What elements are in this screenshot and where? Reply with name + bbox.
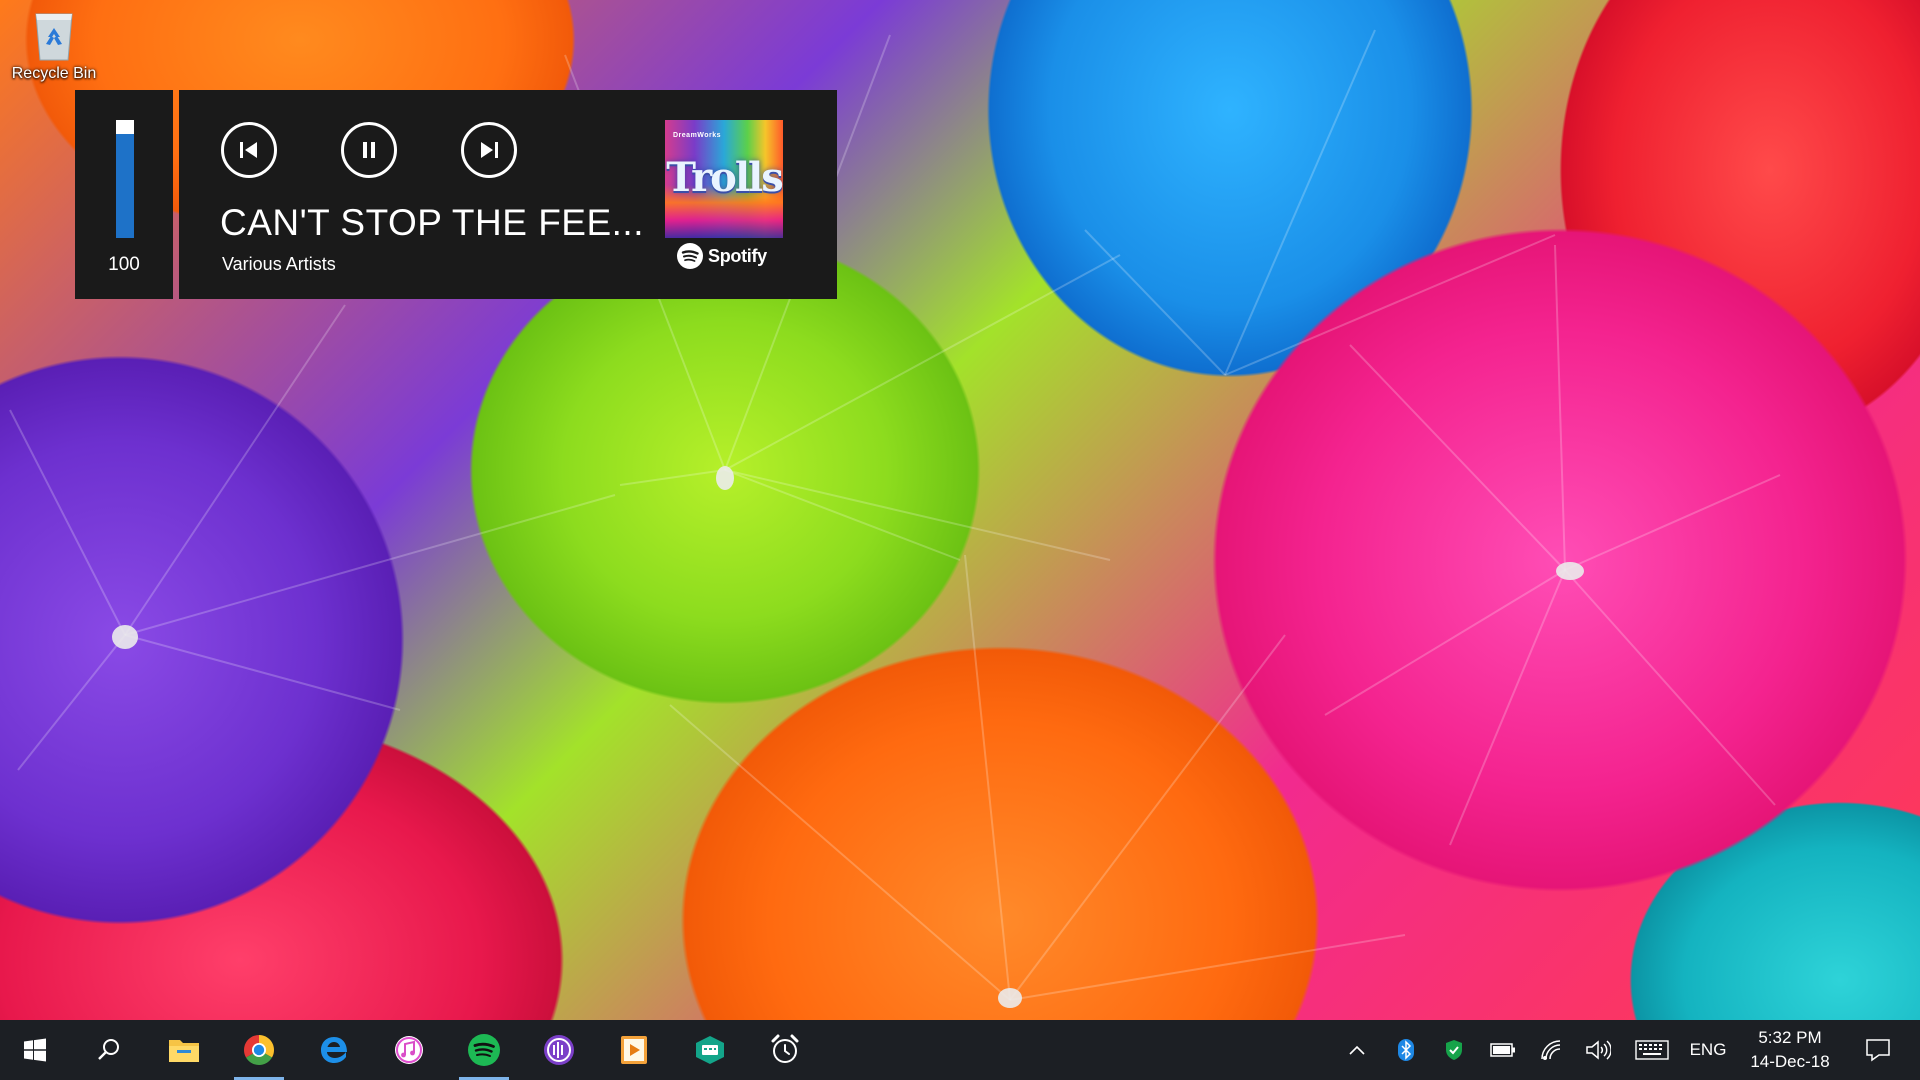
track-title: CAN'T STOP THE FEE... <box>220 202 644 243</box>
chat-icon <box>696 1036 724 1064</box>
folder-icon <box>169 1040 199 1062</box>
track-artist: Various Artists <box>222 254 336 274</box>
volume-slider[interactable] <box>116 120 134 238</box>
search-icon <box>98 1039 119 1060</box>
pause-button[interactable] <box>341 122 397 178</box>
security-tray-button[interactable] <box>1440 1020 1468 1080</box>
next-track-button[interactable] <box>461 122 517 178</box>
taskbar-spotify[interactable] <box>455 1020 513 1080</box>
pause-icon <box>363 142 375 158</box>
source-app-badge: Spotify <box>677 243 767 269</box>
volume-tray-button[interactable] <box>1582 1020 1614 1080</box>
source-app-name: Spotify <box>708 245 767 266</box>
itunes-icon <box>395 1036 423 1064</box>
album-art: DreamWorks Trolls <box>665 120 783 238</box>
play-video-icon <box>621 1036 647 1064</box>
next-track-icon <box>481 142 498 158</box>
album-art-title: Trolls <box>666 154 783 201</box>
network-tray-button[interactable] <box>1536 1020 1568 1080</box>
spotify-icon <box>468 1034 500 1066</box>
battery-tray-button[interactable] <box>1486 1020 1520 1080</box>
wifi-icon <box>1541 1040 1561 1060</box>
alarm-clock-icon <box>771 1034 799 1063</box>
taskbar-alarm-clock[interactable] <box>756 1020 814 1080</box>
volume-level-label: 100 <box>108 254 140 275</box>
volume-flyout: 100 <box>75 90 173 299</box>
recycle-bin-label: Recycle Bin <box>11 65 97 82</box>
taskbar-file-explorer[interactable] <box>155 1020 213 1080</box>
windows-logo-icon <box>24 1038 46 1062</box>
album-art-studio-text: DreamWorks <box>673 132 722 139</box>
taskbar-podcast-app[interactable] <box>530 1020 588 1080</box>
speaker-icon <box>1586 1040 1611 1060</box>
taskbar-itunes[interactable] <box>380 1020 438 1080</box>
battery-icon <box>1490 1043 1515 1057</box>
taskbar-chrome[interactable] <box>230 1020 288 1080</box>
search-button[interactable] <box>80 1020 138 1080</box>
chrome-icon <box>243 1035 275 1066</box>
show-hidden-icons-button[interactable] <box>1342 1020 1372 1080</box>
edge-icon <box>321 1037 347 1063</box>
notification-icon <box>1866 1039 1890 1062</box>
touch-keyboard-button[interactable] <box>1632 1020 1672 1080</box>
previous-track-icon <box>240 142 257 158</box>
clock-date: 14-Dec-18 <box>1750 1052 1830 1071</box>
action-center-button[interactable] <box>1854 1020 1902 1080</box>
recycle-bin-icon <box>30 8 78 62</box>
clock-button[interactable]: 5:32 PM 14-Dec-18 <box>1735 1020 1845 1080</box>
spotify-icon <box>677 243 703 269</box>
taskbar-chat-app[interactable] <box>681 1020 739 1080</box>
bluetooth-icon <box>1398 1039 1414 1061</box>
start-button[interactable] <box>6 1020 64 1080</box>
shield-check-icon <box>1446 1040 1462 1060</box>
media-controls-flyout: CAN'T STOP THE FEE... Various Artists Dr… <box>179 90 837 299</box>
bluetooth-tray-button[interactable] <box>1392 1020 1420 1080</box>
taskbar-media-player[interactable] <box>605 1020 663 1080</box>
previous-track-button[interactable] <box>221 122 277 178</box>
clock-time: 5:32 PM <box>1758 1028 1822 1047</box>
podcast-icon <box>544 1035 574 1065</box>
volume-slider-thumb[interactable] <box>116 120 134 134</box>
taskbar-edge[interactable] <box>305 1020 363 1080</box>
taskbar: ENG 5:32 PM 14-Dec-18 <box>0 1020 1920 1080</box>
chevron-up-icon <box>1349 1045 1365 1055</box>
recycle-bin-shortcut[interactable]: Recycle Bin <box>6 8 102 83</box>
keyboard-icon <box>1635 1040 1669 1060</box>
input-language-button[interactable]: ENG <box>1686 1020 1730 1080</box>
